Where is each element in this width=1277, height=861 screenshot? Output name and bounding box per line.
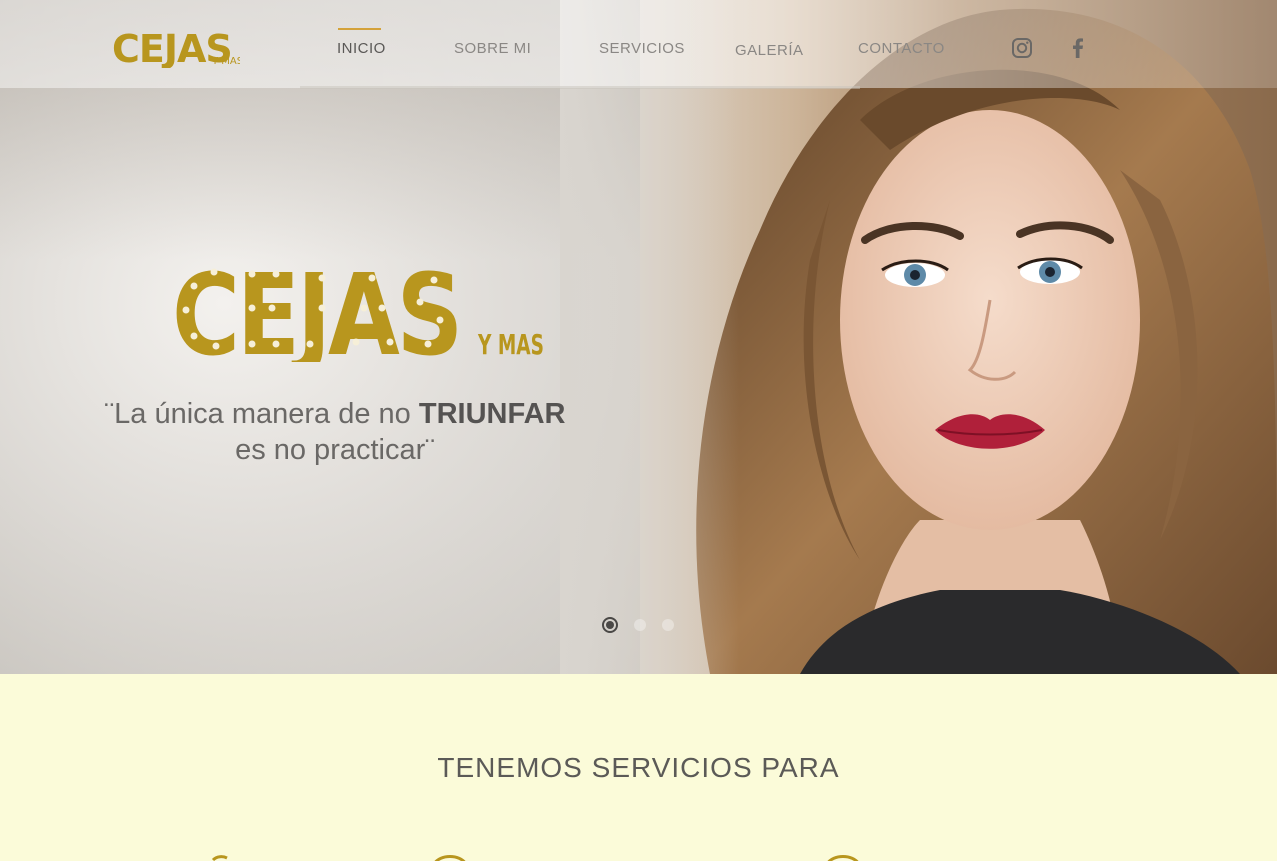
hero-quote: ¨La única manera de no TRIUNFAR es no pr… (90, 396, 580, 468)
hero-quote-text-line2: es no practicar¨ (235, 434, 435, 466)
slider-dot[interactable] (662, 619, 674, 631)
facebook-icon[interactable] (1066, 36, 1090, 60)
nav-item-inicio[interactable]: INICIO (337, 40, 386, 57)
nav-item-sobre-mi[interactable]: SOBRE MI (454, 40, 531, 57)
slider-pagination (602, 617, 674, 633)
nav-item-servicios[interactable]: SERVICIOS (599, 40, 685, 57)
svg-text:Y MAS: Y MAS (211, 56, 240, 67)
hero-quote-highlight: TRIUNFAR (418, 398, 566, 430)
nav-item-contacto[interactable]: CONTACTO (858, 40, 945, 57)
nav-item-galeria[interactable]: GALERÍA (735, 42, 804, 59)
services-section-title: TENEMOS SERVICIOS PARA (437, 752, 840, 783)
slider-dot[interactable] (634, 619, 646, 631)
hero-portrait-image (560, 0, 1277, 674)
service-icon[interactable] (823, 852, 863, 861)
brand-logo[interactable]: CEJAS Y MAS (110, 26, 240, 68)
nav-active-indicator (338, 28, 381, 30)
hero-brand-logo: CEJAS Y MAS (172, 258, 544, 362)
svg-text:Y MAS: Y MAS (477, 328, 544, 361)
hero-quote-text: ¨La única manera de no (104, 398, 419, 430)
header-divider (300, 86, 860, 89)
instagram-icon[interactable] (1010, 36, 1034, 60)
service-icon[interactable] (205, 852, 245, 861)
slider-dot-active[interactable] (602, 617, 618, 633)
service-icon[interactable] (430, 852, 470, 861)
